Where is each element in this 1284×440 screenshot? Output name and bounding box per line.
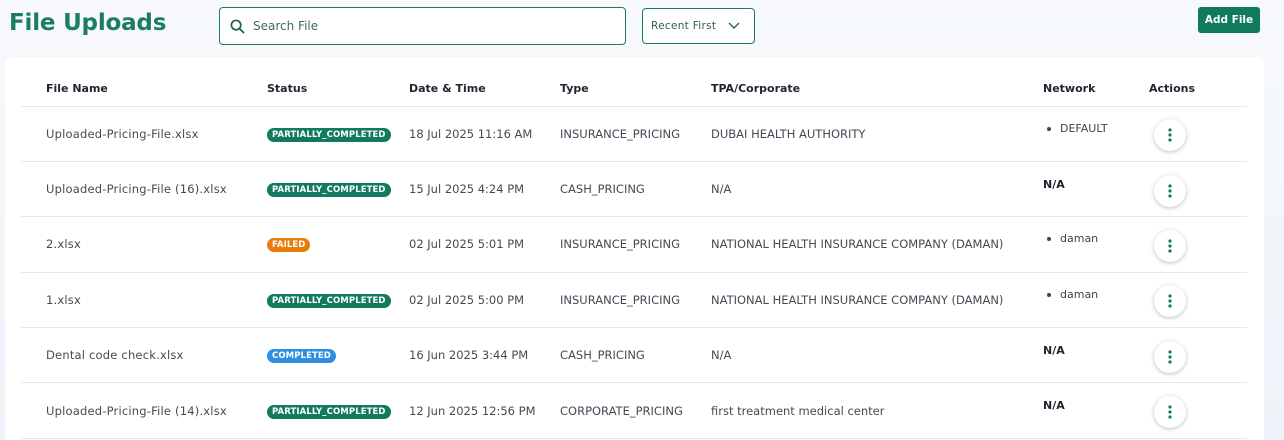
file-uploads-card: File Name Status Date & Time Type TPA/Co…: [5, 57, 1264, 440]
network-item: DEFAULT: [1047, 122, 1149, 135]
actions-cell: [1149, 106, 1247, 162]
table-row[interactable]: 2.xlsx FAILED 02 Jul 2025 5:01 PM INSURANCE…: [21, 216, 1247, 273]
more-vertical-icon: [1168, 128, 1172, 142]
column-header-tpa[interactable]: TPA/Corporate: [711, 71, 1043, 107]
actions-cell: [1149, 327, 1247, 384]
status-badge: PARTIALLY_COMPLETED: [267, 127, 391, 142]
network-na: N/A: [1043, 344, 1065, 358]
more-vertical-icon: [1168, 294, 1172, 308]
network-cell: daman: [1043, 216, 1149, 273]
network-cell: daman: [1043, 272, 1149, 329]
row-actions-button[interactable]: [1154, 340, 1186, 373]
table-row[interactable]: Uploaded-Pricing-File.xlsx PARTIALLY_COMP…: [21, 106, 1247, 162]
column-header-date-time[interactable]: Date & Time: [409, 71, 560, 107]
add-file-button[interactable]: Add File: [1198, 7, 1260, 33]
date-time-cell: 15 Jul 2025 4:24 PM: [409, 161, 560, 218]
row-actions-button[interactable]: [1154, 285, 1186, 318]
status-cell: PARTIALLY_COMPLETED: [267, 106, 409, 162]
sort-dropdown[interactable]: Recent First: [642, 8, 755, 44]
actions-cell: [1149, 382, 1247, 439]
table-header-row: File Name Status Date & Time Type TPA/Co…: [21, 71, 1247, 107]
type-cell: CASH_PRICING: [560, 161, 711, 218]
page-title: File Uploads: [9, 10, 167, 36]
status-badge: COMPLETED: [267, 349, 336, 364]
column-header-actions: Actions: [1149, 71, 1247, 107]
status-cell: COMPLETED: [267, 327, 409, 384]
column-header-status[interactable]: Status: [267, 71, 409, 107]
date-time-cell: 18 Jul 2025 11:16 AM: [409, 106, 560, 162]
file-name-cell: 2.xlsx: [21, 216, 267, 273]
network-cell: DEFAULT: [1043, 106, 1149, 162]
type-cell: INSURANCE_PRICING: [560, 106, 711, 162]
network-cell: N/A: [1043, 327, 1149, 384]
column-header-type[interactable]: Type: [560, 71, 711, 107]
file-name-cell: Uploaded-Pricing-File.xlsx: [21, 106, 267, 162]
file-name-cell: Uploaded-Pricing-File (16).xlsx: [21, 161, 267, 218]
tpa-cell: NATIONAL HEALTH INSURANCE COMPANY (DAMAN…: [711, 272, 1043, 329]
tpa-cell: NATIONAL HEALTH INSURANCE COMPANY (DAMAN…: [711, 216, 1043, 273]
sort-dropdown-label: Recent First: [651, 20, 717, 32]
date-time-cell: 02 Jul 2025 5:00 PM: [409, 272, 560, 329]
actions-cell: [1149, 216, 1247, 273]
row-actions-button[interactable]: [1154, 229, 1186, 262]
row-actions-button[interactable]: [1154, 396, 1186, 429]
column-header-network[interactable]: Network: [1043, 71, 1149, 107]
network-na: N/A: [1043, 177, 1065, 191]
row-actions-button[interactable]: [1154, 119, 1186, 152]
row-actions-button[interactable]: [1154, 174, 1186, 207]
status-cell: FAILED: [267, 216, 409, 273]
type-cell: CASH_PRICING: [560, 327, 711, 384]
network-list: daman: [1043, 288, 1149, 301]
date-time-cell: 16 Jun 2025 3:44 PM: [409, 327, 560, 384]
chevron-down-icon: [728, 22, 740, 29]
status-badge: PARTIALLY_COMPLETED: [267, 183, 391, 198]
table-row[interactable]: Uploaded-Pricing-File (14).xlsx PARTIALLY…: [21, 382, 1247, 439]
page-header: File Uploads Recent First Add File: [0, 0, 1284, 56]
search-icon: [230, 19, 245, 33]
type-cell: CORPORATE_PRICING: [560, 382, 711, 439]
more-vertical-icon: [1168, 350, 1172, 364]
actions-cell: [1149, 161, 1247, 218]
date-time-cell: 12 Jun 2025 12:56 PM: [409, 382, 560, 439]
actions-cell: [1149, 272, 1247, 329]
network-list: DEFAULT: [1043, 122, 1149, 135]
file-name-cell: 1.xlsx: [21, 272, 267, 329]
status-badge: PARTIALLY_COMPLETED: [267, 293, 391, 308]
network-na: N/A: [1043, 399, 1065, 413]
tpa-cell: DUBAI HEALTH AUTHORITY: [711, 106, 1043, 162]
date-time-cell: 02 Jul 2025 5:01 PM: [409, 216, 560, 273]
status-cell: PARTIALLY_COMPLETED: [267, 161, 409, 218]
file-name-cell: Dental code check.xlsx: [21, 327, 267, 384]
tpa-cell: N/A: [711, 327, 1043, 384]
status-cell: PARTIALLY_COMPLETED: [267, 272, 409, 329]
tpa-cell: first treatment medical center: [711, 382, 1043, 439]
type-cell: INSURANCE_PRICING: [560, 216, 711, 273]
more-vertical-icon: [1168, 183, 1172, 198]
network-item: daman: [1047, 232, 1149, 245]
network-item: daman: [1047, 288, 1149, 301]
type-cell: INSURANCE_PRICING: [560, 272, 711, 329]
table-row[interactable]: Uploaded-Pricing-File (16).xlsx PARTIALLY…: [21, 161, 1247, 218]
more-vertical-icon: [1168, 239, 1172, 253]
search-input[interactable]: [253, 19, 613, 33]
search-box[interactable]: [219, 7, 626, 45]
status-badge: PARTIALLY_COMPLETED: [267, 404, 391, 419]
network-cell: N/A: [1043, 382, 1149, 439]
file-name-cell: Uploaded-Pricing-File (14).xlsx: [21, 382, 267, 439]
network-list: daman: [1043, 232, 1149, 245]
column-header-file-name[interactable]: File Name: [21, 71, 267, 107]
status-badge: FAILED: [267, 238, 311, 253]
table-row[interactable]: Dental code check.xlsx COMPLETED 16 Jun 20…: [21, 327, 1247, 384]
tpa-cell: N/A: [711, 161, 1043, 218]
table-row[interactable]: 1.xlsx PARTIALLY_COMPLETED 02 Jul 2025 5:0…: [21, 272, 1247, 329]
more-vertical-icon: [1168, 405, 1172, 419]
network-cell: N/A: [1043, 161, 1149, 218]
status-cell: PARTIALLY_COMPLETED: [267, 382, 409, 439]
file-uploads-table: File Name Status Date & Time Type TPA/Co…: [21, 71, 1247, 439]
